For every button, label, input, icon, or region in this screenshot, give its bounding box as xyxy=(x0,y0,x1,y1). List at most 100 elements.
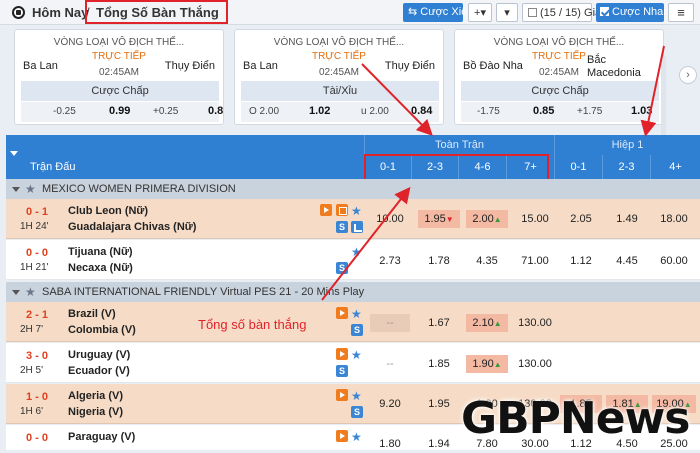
parlay-button[interactable]: ⇆ Cược Xiên xyxy=(403,3,473,22)
odds-cell[interactable]: 2.10▲ xyxy=(466,314,508,332)
card-away-team: Thụy Điển xyxy=(384,60,435,72)
stats-s-icon[interactable]: S xyxy=(336,262,348,274)
odds-cell[interactable]: 1.95▼ xyxy=(418,210,460,228)
featured-matches: VÒNG LOẠI VÔ ĐỊCH THẾ... TRỰC TIẾP 02:45… xyxy=(0,26,700,151)
match-time: 1H 21' xyxy=(20,262,49,273)
annotation-label: Tổng số bàn thắng xyxy=(198,317,307,332)
watermark-logo: GBPNews xyxy=(461,393,690,444)
odds-cell[interactable]: 1.12 xyxy=(560,252,602,270)
menu-button[interactable]: ≡ xyxy=(668,3,694,22)
quick-bet-toggle[interactable]: Cược Nhanh xyxy=(596,3,676,22)
odds-cell[interactable]: 71.00 xyxy=(514,252,556,270)
odds-cell[interactable]: 2.73 xyxy=(370,252,410,270)
favorite-star-icon[interactable]: ★ xyxy=(351,245,362,259)
live-stream-icon[interactable] xyxy=(336,389,348,401)
filter-icon: ▾ xyxy=(504,7,510,19)
league-name: SABA INTERNATIONAL FRIENDLY Virtual PES … xyxy=(42,286,365,298)
odds-cell[interactable]: 15.00 xyxy=(514,210,556,228)
favorite-star-icon[interactable]: ★ xyxy=(351,307,362,321)
featured-card[interactable]: VÒNG LOẠI VÔ ĐỊCH THẾ... TRỰC TIẾP 02:45… xyxy=(234,29,444,125)
stats-s-icon[interactable]: S xyxy=(336,221,348,233)
filter-button[interactable]: ▾ xyxy=(496,3,518,22)
odds-cell[interactable]: 130.00 xyxy=(514,355,556,373)
favorite-star-icon[interactable]: ★ xyxy=(351,204,362,218)
favorite-star-icon[interactable]: ★ xyxy=(351,430,362,444)
table-row: 0 - 1 1H 24' Club Leon (Nữ) Guadalajara … xyxy=(6,199,700,239)
collapse-all-icon[interactable] xyxy=(10,151,18,156)
table-row: 3 - 0 2H 5' Uruguay (V) Ecuador (V) ★ S … xyxy=(6,343,700,383)
match-time: 2H 5' xyxy=(20,365,44,376)
card-home-team: Bồ Đào Nha xyxy=(463,60,523,72)
odds-cell: -- xyxy=(386,358,394,370)
columns-highlight-box xyxy=(364,154,549,181)
card-away-team: Bắc Macedonia xyxy=(587,54,641,79)
away-team: Nigeria (V) xyxy=(68,406,124,418)
live-stream-icon[interactable] xyxy=(320,204,332,216)
featured-card[interactable]: VÒNG LOẠI VÔ ĐỊCH THẾ... TRỰC TIẾP 02:45… xyxy=(454,29,664,125)
odds-cell[interactable]: 1.85 xyxy=(418,355,460,373)
odds-cell[interactable]: 4.45 xyxy=(606,252,648,270)
odds-cell[interactable]: 18.00 xyxy=(652,210,696,228)
odds-up-icon: ▲ xyxy=(493,360,502,369)
title-highlight-box xyxy=(85,0,228,24)
chevron-right-icon[interactable]: › xyxy=(679,66,697,84)
odds-under[interactable]: 0.84 xyxy=(411,105,432,117)
full-time-group-header: Toàn Trận xyxy=(364,135,554,155)
live-tracker-icon[interactable] xyxy=(336,204,348,216)
stats-s-icon[interactable]: S xyxy=(351,324,363,336)
odds-cell[interactable]: 9.20 xyxy=(370,395,410,413)
card-market-type: Cược Chấp xyxy=(21,81,219,101)
odds-away[interactable]: 1.03 xyxy=(631,105,652,117)
odds-cell[interactable]: 2.05 xyxy=(560,210,602,228)
odds-cell[interactable]: 1.94 xyxy=(418,435,460,453)
stats-s-icon[interactable]: S xyxy=(351,406,363,418)
odds-cell[interactable]: 130.00 xyxy=(514,314,556,332)
add-button[interactable]: +▾ xyxy=(468,3,492,22)
breadcrumb-home[interactable]: Hôm Nay xyxy=(32,5,88,20)
odds-cell[interactable]: 1.78 xyxy=(418,252,460,270)
odds-cell[interactable]: 1.90▲ xyxy=(466,355,508,373)
odds-home[interactable]: 0.85 xyxy=(533,105,554,117)
live-stream-icon[interactable] xyxy=(336,348,348,360)
league-checkbox[interactable] xyxy=(528,8,537,17)
statistics-chart-icon[interactable] xyxy=(351,221,363,233)
live-stream-icon[interactable] xyxy=(336,307,348,319)
home-team: Tijuana (Nữ) xyxy=(68,246,133,258)
league-select-button[interactable]: (15 / 15) Giải xyxy=(522,3,604,22)
odds-cell[interactable]: 60.00 xyxy=(652,252,696,270)
favorite-star-icon[interactable]: ★ xyxy=(351,389,362,403)
table-row: 2 - 1 2H 7' Brazil (V) Colombia (V) ★ S … xyxy=(6,302,700,342)
league-header[interactable]: ★ SABA INTERNATIONAL FRIENDLY Virtual PE… xyxy=(6,282,700,302)
odds-down-icon: ▼ xyxy=(445,215,454,224)
star-icon[interactable]: ★ xyxy=(25,282,36,302)
collapse-icon[interactable] xyxy=(12,290,20,295)
odds-home[interactable]: 0.99 xyxy=(109,105,130,117)
league-header[interactable]: ★ MEXICO WOMEN PRIMERA DIVISION xyxy=(6,179,700,199)
card-odds-row: O 2.00 1.02 u 2.00 0.84 xyxy=(241,102,439,122)
odds-over[interactable]: 1.02 xyxy=(309,105,330,117)
odds-away[interactable]: 0.89 xyxy=(208,105,223,117)
favorite-star-icon[interactable]: ★ xyxy=(351,348,362,362)
stats-s-icon[interactable]: S xyxy=(336,365,348,377)
home-team: Uruguay (V) xyxy=(68,349,131,361)
quick-bet-checkbox[interactable] xyxy=(600,7,609,16)
odds-table-header: Trận Đấu Toàn Trận Hiệp 1 0-1 2-3 4-6 7+… xyxy=(6,135,700,179)
match-score: 0 - 0 xyxy=(26,247,49,259)
chevron-down-icon: ▾ xyxy=(480,7,486,19)
collapse-icon[interactable] xyxy=(12,187,20,192)
soccer-ball-icon xyxy=(12,6,25,19)
odds-cell[interactable]: 4.35 xyxy=(466,252,508,270)
featured-card[interactable]: VÒNG LOẠI VÔ ĐỊCH THẾ... TRỰC TIẾP 02:45… xyxy=(14,29,224,125)
match-score: 3 - 0 xyxy=(26,350,49,362)
over-line: O 2.00 xyxy=(249,106,280,117)
star-icon[interactable]: ★ xyxy=(25,179,36,199)
live-stream-icon[interactable] xyxy=(336,430,348,442)
odds-cell[interactable]: 1.49 xyxy=(606,210,648,228)
table-row: 0 - 0 1H 21' Tijuana (Nữ) Necaxa (Nữ) ★ … xyxy=(6,240,700,280)
home-team: Club Leon (Nữ) xyxy=(68,205,149,217)
odds-cell[interactable]: 10.00 xyxy=(370,210,410,228)
odds-cell[interactable]: 1.67 xyxy=(418,314,460,332)
odds-cell[interactable]: 1.95 xyxy=(418,395,460,413)
odds-cell[interactable]: 1.80 xyxy=(370,435,410,453)
odds-cell[interactable]: 2.00▲ xyxy=(466,210,508,228)
